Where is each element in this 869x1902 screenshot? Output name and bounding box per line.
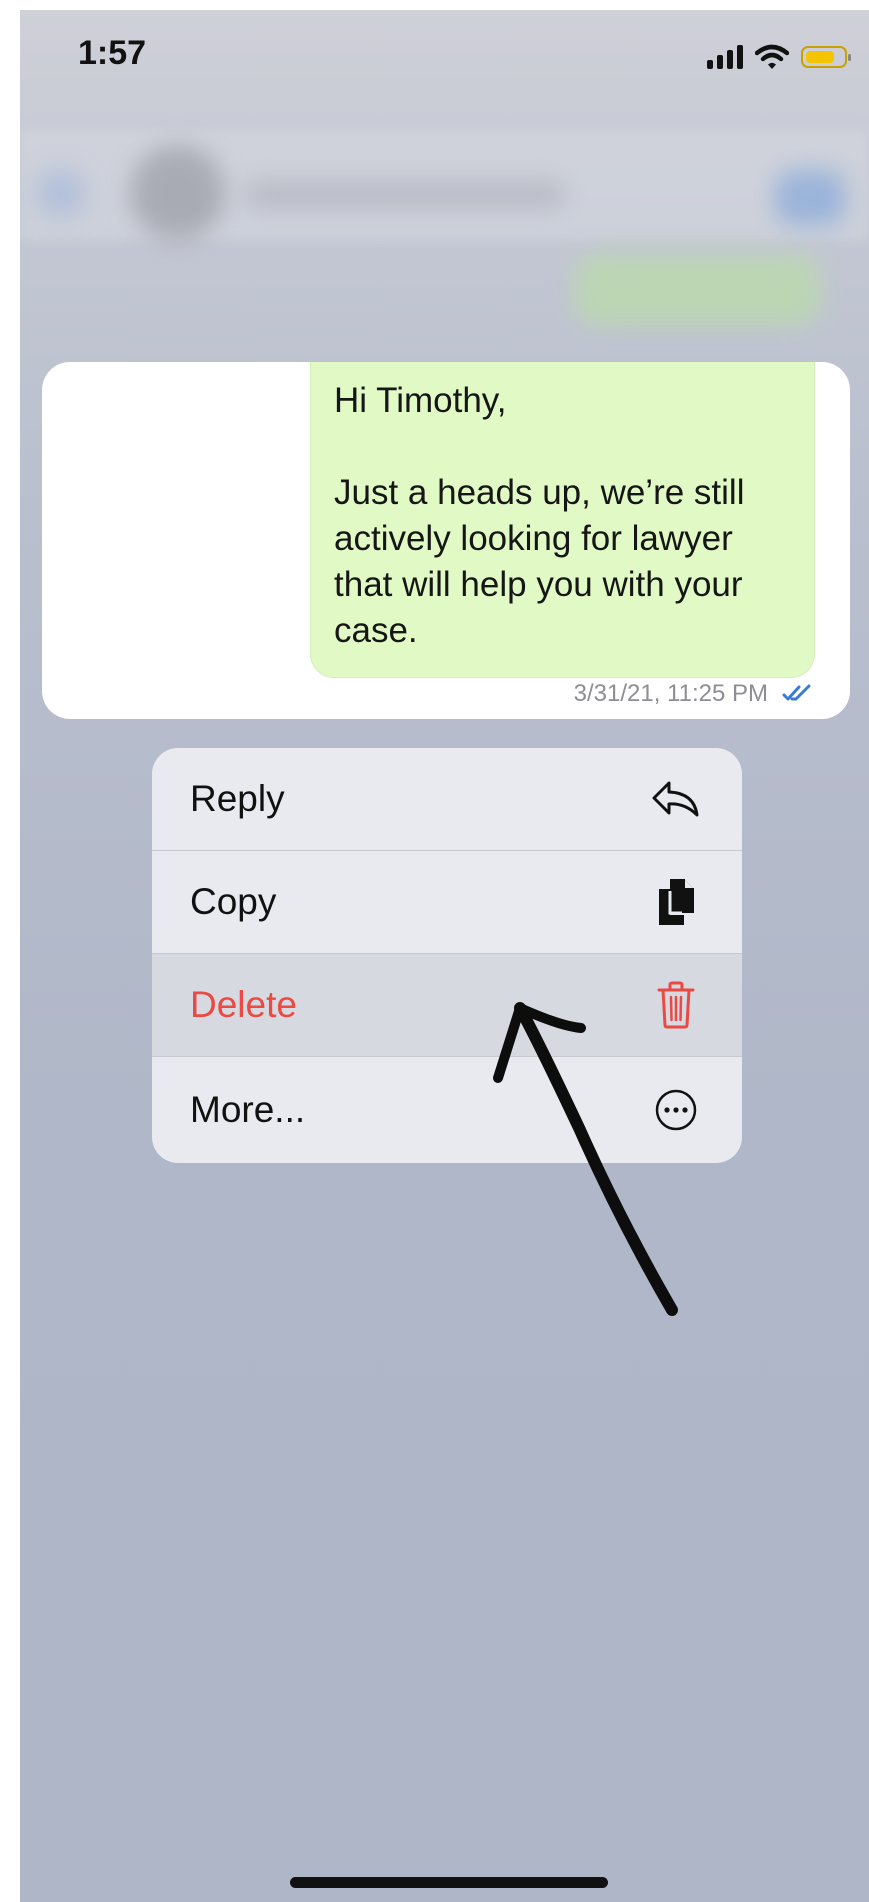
message-bubble[interactable]: Hi Timothy, Just a heads up, we’re still… — [310, 362, 815, 678]
signal-icon — [707, 45, 743, 69]
menu-item-delete[interactable]: Delete — [152, 954, 742, 1057]
menu-item-copy[interactable]: Copy — [152, 851, 742, 954]
status-icons — [707, 40, 851, 74]
menu-item-label: Reply — [190, 778, 285, 819]
message-meta: 3/31/21, 11:25 PM — [574, 680, 812, 708]
menu-item-label: Copy — [190, 881, 277, 922]
menu-item-more[interactable]: More... — [152, 1057, 742, 1163]
message-body: Just a heads up, we’re still actively lo… — [334, 473, 745, 650]
menu-item-label: Delete — [190, 984, 297, 1025]
double-check-icon — [782, 684, 811, 701]
blurred-call-icon — [775, 170, 845, 225]
menu-item-reply[interactable]: Reply — [152, 748, 742, 851]
message-timestamp: 3/31/21, 11:25 PM — [573, 680, 768, 707]
phone-screen: 1:57 Hi Timothy, Just a heads up, we’re … — [20, 10, 869, 1902]
wifi-icon — [755, 44, 789, 69]
trash-icon — [648, 977, 704, 1033]
copy-icon — [648, 874, 704, 930]
message-preview-card: Hi Timothy, Just a heads up, we’re still… — [42, 362, 850, 719]
blurred-back-button — [38, 170, 83, 215]
menu-item-label: More... — [190, 1089, 306, 1130]
blurred-contact-name — [245, 180, 565, 208]
status-time: 1:57 — [78, 34, 147, 72]
blurred-avatar — [130, 145, 225, 240]
home-indicator[interactable] — [290, 1877, 608, 1888]
more-icon — [648, 1082, 704, 1138]
reply-icon — [648, 771, 704, 827]
message-greeting: Hi Timothy, — [334, 381, 507, 420]
context-menu: Reply Copy Delete More... — [152, 748, 742, 1163]
blurred-message-bubble — [575, 255, 820, 325]
battery-icon — [801, 46, 851, 68]
